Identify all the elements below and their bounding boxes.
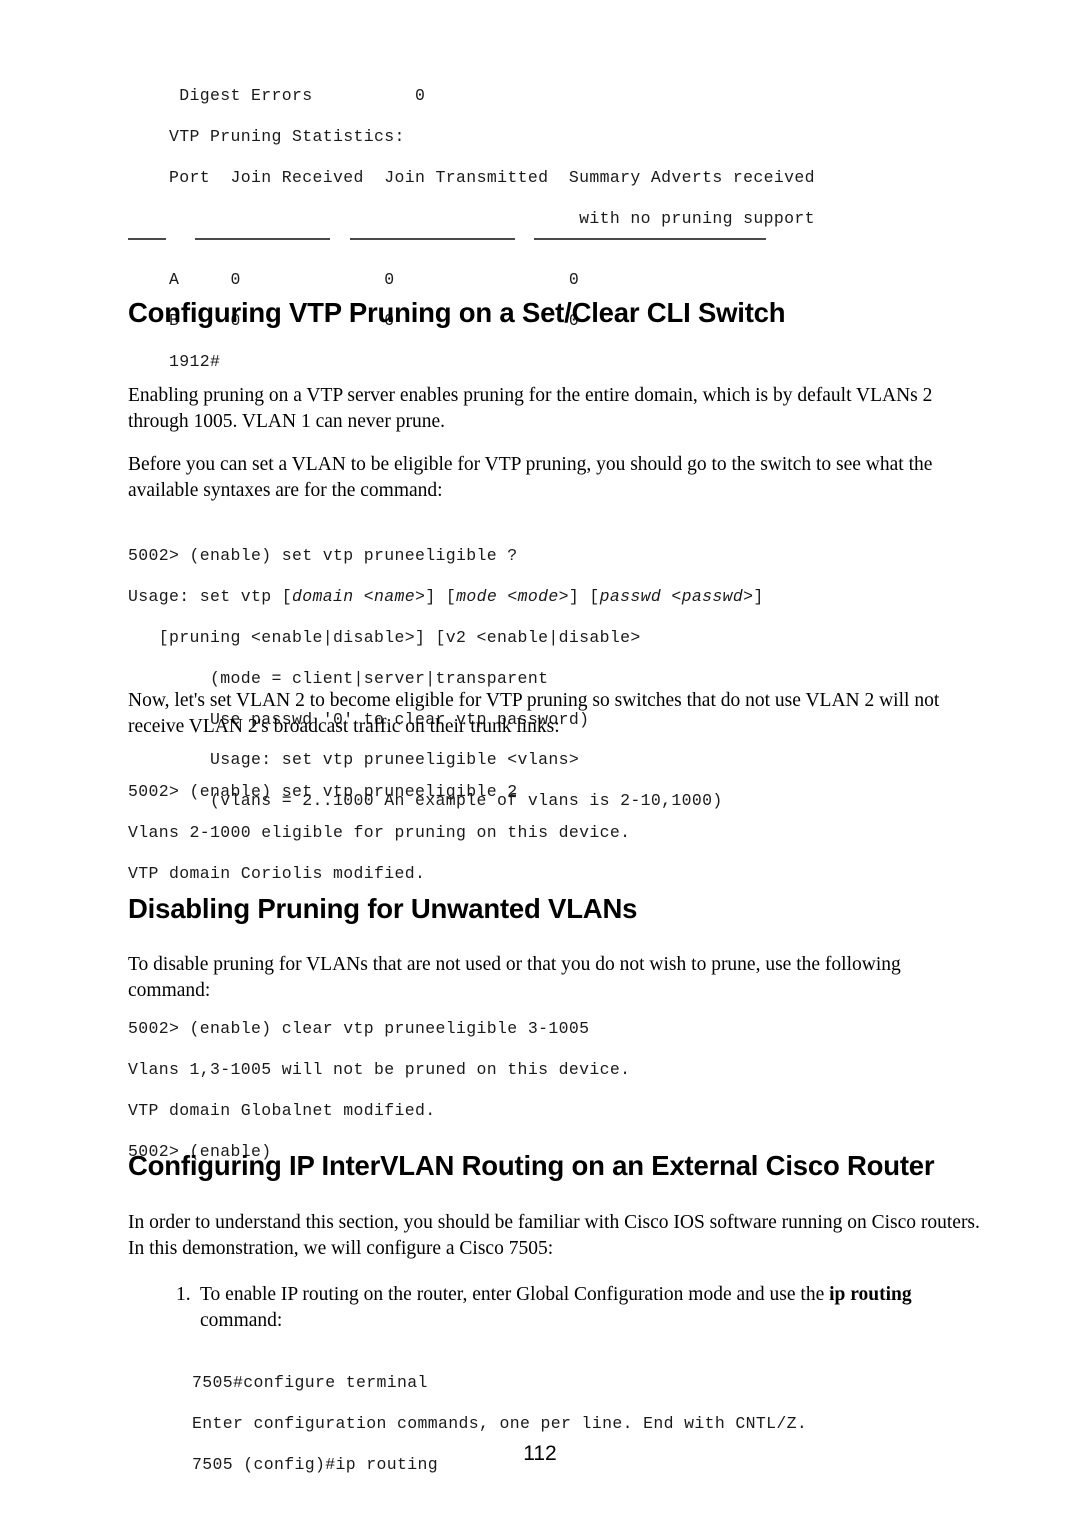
- code-line-2: Vlans 2-1000 eligible for pruning on thi…: [128, 823, 631, 843]
- code-line-2-usage: Usage: set vtp [domain <name>] [mode <mo…: [128, 587, 764, 607]
- code-line-3: [pruning <enable|disable>] [v2 <enable|d…: [128, 628, 641, 648]
- separator-rule-join-transmitted: [350, 238, 515, 241]
- terminal-line-column-headers-cont: with no pruning support: [579, 208, 815, 228]
- list-item-bold-ip-routing: ip routing: [829, 1284, 912, 1305]
- separator-rule-port: [128, 238, 166, 241]
- code-block-set-pruneeligible-2: 5002> (enable) set vtp pruneeligible 2 V…: [128, 762, 630, 905]
- separator-rule-join-received: [195, 238, 330, 241]
- terminal-prompt-1912: 1912#: [169, 351, 221, 371]
- terminal-output-top: Digest Errors 0 VTP Pruning Statistics: …: [128, 66, 815, 392]
- code-line-1: 5002> (enable) set vtp pruneeligible ?: [128, 546, 518, 566]
- code-line-4: (mode = client|server|transparent: [128, 668, 549, 688]
- code-line-1: 5002> (enable) clear vtp pruneeligible 3…: [128, 1019, 590, 1039]
- document-page: Digest Errors 0 VTP Pruning Statistics: …: [0, 0, 1080, 1528]
- code-italic-domain-name: domain <name>: [292, 587, 426, 607]
- heading-disabling-pruning-unwanted-vlans: Disabling Pruning for Unwanted VLANs: [128, 893, 638, 924]
- terminal-separator-row: [128, 229, 815, 249]
- terminal-line-digest-errors: Digest Errors 0: [169, 86, 426, 106]
- paragraph-to-disable-pruning: To disable pruning for VLANs that are no…: [128, 954, 901, 1001]
- heading-configuring-ip-intervlan-routing: Configuring IP InterVLAN Routing on an E…: [128, 1150, 935, 1181]
- code-line-1: 5002> (enable) set vtp pruneeligible 2: [128, 782, 518, 802]
- code-line-2: Enter configuration commands, one per li…: [192, 1414, 808, 1434]
- paragraph-enabling-pruning: Enabling pruning on a VTP server enables…: [128, 385, 933, 432]
- code-line-1: 7505#configure terminal: [192, 1373, 428, 1393]
- code-block-configure-terminal: 7505#configure terminal Enter configurat…: [192, 1353, 807, 1496]
- page-number: 112: [523, 1442, 557, 1465]
- terminal-row-a: A 0 0 0: [169, 270, 580, 290]
- paragraph-before-you-can-set: Before you can set a VLAN to be eligible…: [128, 454, 933, 501]
- paragraph-in-order-to-understand: In order to understand this section, you…: [128, 1212, 980, 1259]
- list-item-marker: 1.: [176, 1284, 191, 1305]
- heading-configuring-vtp-pruning-setclear: Configuring VTP Pruning on a Set/Clear C…: [128, 297, 786, 328]
- list-item: 1. To enable IP routing on the router, e…: [176, 1282, 936, 1334]
- terminal-line-stats-header: VTP Pruning Statistics:: [169, 127, 405, 147]
- code-italic-passwd: passwd <passwd>: [599, 587, 754, 607]
- list-item-text: To enable IP routing on the router, ente…: [200, 1284, 912, 1331]
- code-italic-mode: mode <mode>: [456, 587, 569, 607]
- code-line-3: VTP domain Globalnet modified.: [128, 1101, 436, 1121]
- code-line-2: Vlans 1,3-1005 will not be pruned on thi…: [128, 1060, 631, 1080]
- terminal-line-column-headers: Port Join Received Join Transmitted Summ…: [169, 168, 815, 188]
- code-line-3: VTP domain Coriolis modified.: [128, 864, 426, 884]
- separator-rule-summary-adverts: [534, 238, 766, 241]
- paragraph-now-lets-set-vlan2: Now, let's set VLAN 2 to become eligible…: [128, 690, 940, 737]
